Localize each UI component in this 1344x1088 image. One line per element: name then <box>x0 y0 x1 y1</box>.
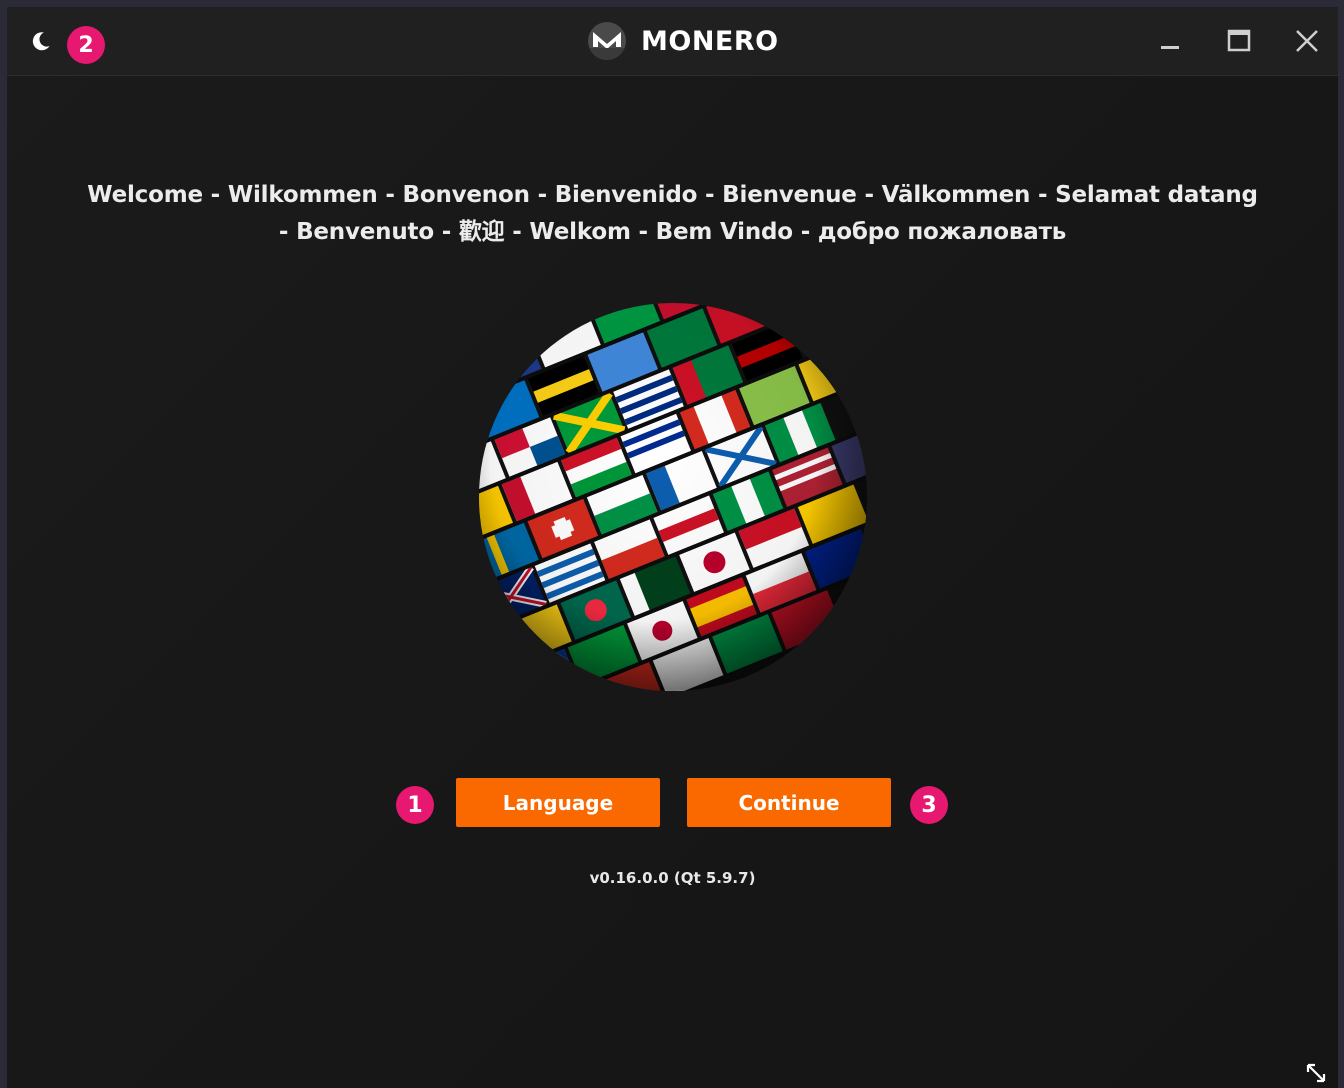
minimize-button[interactable] <box>1152 23 1188 59</box>
annotation-badge-3: 3 <box>910 786 948 824</box>
maximize-icon <box>1227 29 1251 52</box>
resize-grip-icon[interactable] <box>1305 1062 1327 1084</box>
annotation-badge-1: 1 <box>396 786 434 824</box>
app-brand: MONERO <box>587 21 779 61</box>
welcome-line-2: - Benvenuto - 歡迎 - Welkom - Bem Vindo - … <box>278 219 1067 245</box>
monero-logo-icon <box>588 22 626 60</box>
language-button[interactable]: Language <box>456 778 660 827</box>
wallet-window: MONERO Welcome - Wilkommen - Bonvenon - … <box>7 7 1338 1088</box>
close-icon <box>1296 30 1318 52</box>
screen-frame: MONERO Welcome - Wilkommen - Bonvenon - … <box>0 0 1344 1088</box>
welcome-line-1: Welcome - Wilkommen - Bonvenon - Bienven… <box>87 182 1258 208</box>
title-bar[interactable]: MONERO <box>7 7 1338 76</box>
close-button[interactable] <box>1289 23 1325 59</box>
version-label: v0.16.0.0 (Qt 5.9.7) <box>589 869 756 887</box>
flags-globe-image <box>479 303 867 691</box>
maximize-button[interactable] <box>1221 23 1257 59</box>
annotation-badge-2: 2 <box>67 26 105 64</box>
continue-button[interactable]: Continue <box>687 778 891 827</box>
welcome-text: Welcome - Wilkommen - Bonvenon - Bienven… <box>67 177 1278 251</box>
minimize-icon <box>1161 46 1179 49</box>
moon-icon <box>32 32 50 51</box>
theme-toggle-button[interactable] <box>25 25 57 57</box>
brand-name: MONERO <box>641 25 779 57</box>
